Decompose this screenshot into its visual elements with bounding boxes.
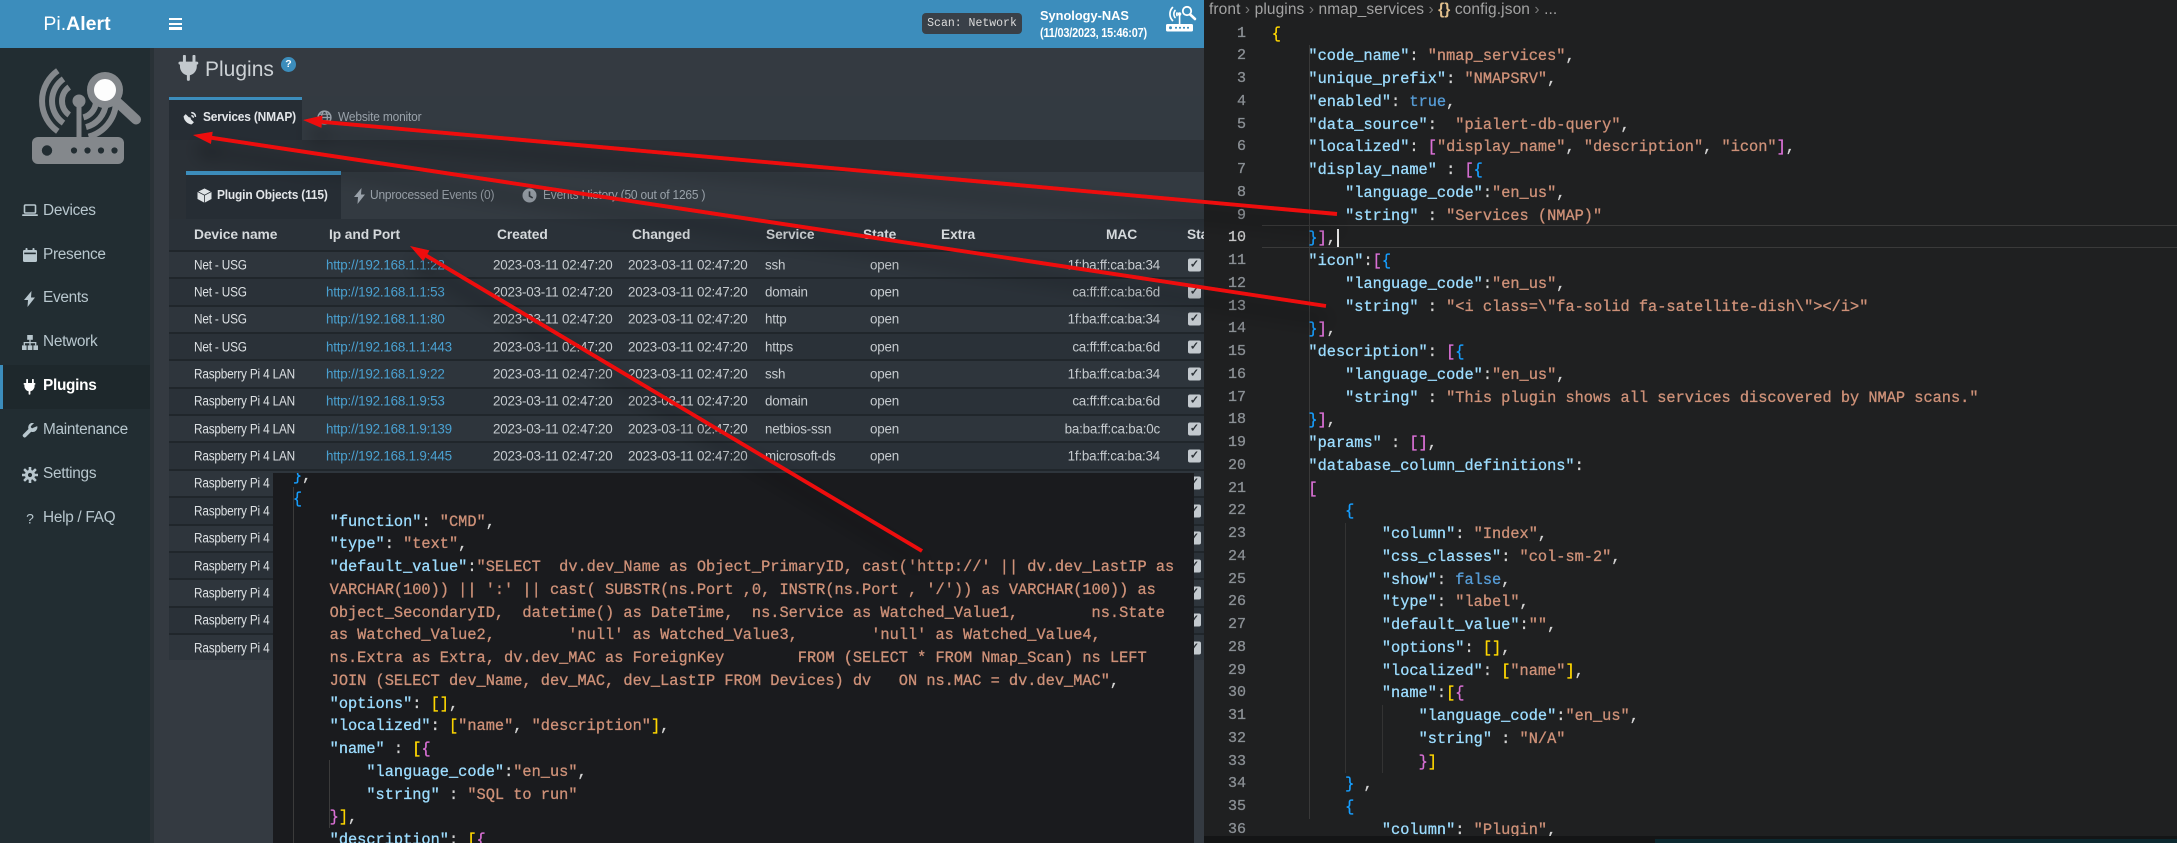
- svg-text:?: ?: [26, 511, 34, 527]
